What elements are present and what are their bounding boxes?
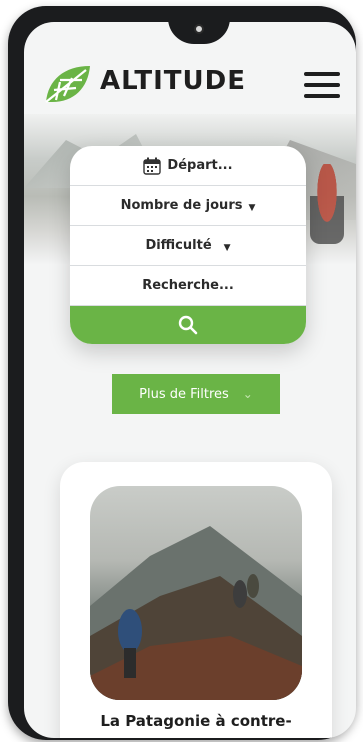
days-label: Nombre de jours <box>120 198 243 213</box>
brand-name[interactable]: ALTITUDE <box>100 66 246 96</box>
triangle-down-icon: ▼ <box>248 202 256 213</box>
search-input[interactable]: Recherche... <box>70 266 306 306</box>
phone-frame: ALTITUDE Départ... Nombre de jours ▼ Dif… <box>8 6 356 740</box>
search-placeholder: Recherche... <box>142 278 234 293</box>
search-icon <box>178 315 198 335</box>
trip-card[interactable]: La Patagonie à contre- <box>60 462 332 738</box>
days-select[interactable]: Nombre de jours ▼ <box>70 186 306 226</box>
more-filters-label: Plus de Filtres <box>139 386 229 402</box>
chevron-double-down-icon: ⌄ <box>242 387 253 401</box>
search-panel: Départ... Nombre de jours ▼ Difficulté ▼… <box>70 146 306 344</box>
trip-title: La Patagonie à contre- <box>100 712 292 730</box>
camera-icon <box>194 24 204 34</box>
trip-photo <box>90 486 302 700</box>
trip-illustration <box>90 526 302 700</box>
screen: ALTITUDE Départ... Nombre de jours ▼ Dif… <box>24 22 356 738</box>
leaf-logo-icon[interactable] <box>42 62 94 106</box>
search-button[interactable] <box>70 306 306 344</box>
menu-icon[interactable] <box>304 72 340 98</box>
depart-field[interactable]: Départ... <box>70 146 306 186</box>
more-filters-button[interactable]: Plus de Filtres ⌄ <box>112 374 280 414</box>
difficulty-select[interactable]: Difficulté ▼ <box>70 226 306 266</box>
calendar-icon <box>143 157 162 175</box>
depart-label: Départ... <box>167 158 233 173</box>
difficulty-label: Difficulté <box>145 238 212 253</box>
triangle-down-icon: ▼ <box>223 242 231 253</box>
hiker-figure <box>310 164 344 244</box>
